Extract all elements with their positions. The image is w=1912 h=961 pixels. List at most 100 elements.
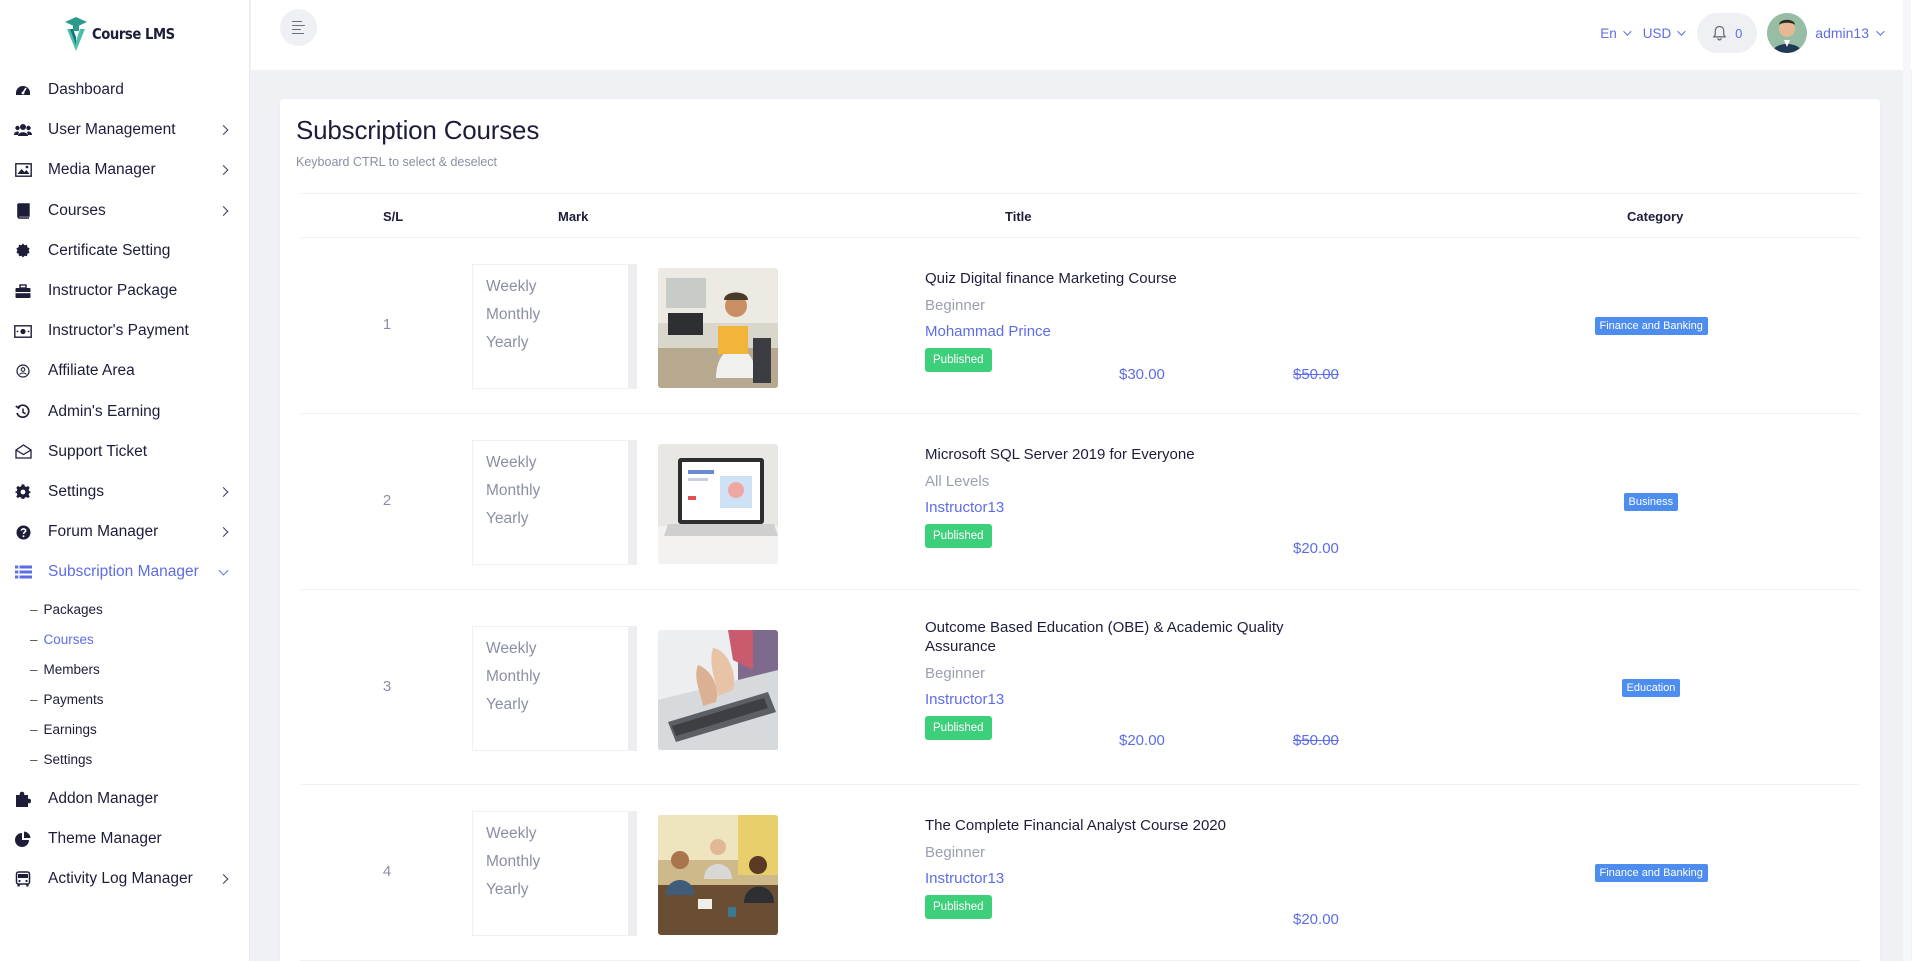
course-instructor[interactable]: Mohammad Prince [925, 323, 1305, 340]
sidebar-item-label: Admin's Earning [48, 402, 161, 420]
plan-option-yearly[interactable]: Yearly [486, 505, 628, 533]
sidebar-item-admin-s-earning[interactable]: Admin's Earning [0, 392, 249, 432]
course-instructor[interactable]: Instructor13 [925, 499, 1305, 516]
course-level: All Levels [925, 473, 990, 490]
sidebar-item-affiliate-area[interactable]: Affiliate Area [0, 351, 249, 391]
course-title[interactable]: The Complete Financial Analyst Course 20… [925, 816, 1305, 835]
sidebar-item-label: Forum Manager [48, 523, 159, 541]
plan-select-list[interactable]: Weekly Monthly Yearly [472, 811, 637, 936]
sidebar-item-settings[interactable]: Settings [0, 472, 249, 512]
top-header: En USD 0 admin13 [251, 0, 1912, 70]
table-row[interactable]: 1 Weekly Monthly Yearly Quiz Digital fin… [300, 238, 1860, 414]
chevron-down-icon [218, 565, 229, 576]
sidebar-item-instructor-package[interactable]: Instructor Package [0, 271, 249, 311]
plan-select-list[interactable]: Weekly Monthly Yearly [472, 625, 637, 751]
submenu-item-courses[interactable]: – Courses [30, 625, 249, 655]
page-hint: Keyboard CTRL to select & deselect [296, 155, 498, 169]
users-icon [14, 121, 32, 139]
sidebar-item-media-manager[interactable]: Media Manager [0, 150, 249, 190]
plan-option-monthly[interactable]: Monthly [486, 477, 628, 505]
plan-option-monthly[interactable]: Monthly [486, 301, 628, 329]
row-serial: 1 [382, 316, 392, 333]
sidebar-item-theme-manager[interactable]: Theme Manager [0, 819, 249, 859]
submenu-item-settings[interactable]: – Settings [30, 745, 249, 775]
sidebar-item-user-management[interactable]: User Management [0, 110, 249, 150]
sidebar-item-support-ticket[interactable]: Support Ticket [0, 432, 249, 472]
sidebar-item-label: Settings [48, 482, 105, 500]
plan-option-monthly[interactable]: Monthly [486, 663, 628, 691]
table-row[interactable]: 2 Weekly Monthly Yearly Microsoft SQL Se… [300, 414, 1860, 590]
plan-option-yearly[interactable]: Yearly [486, 329, 628, 357]
course-thumbnail [658, 268, 778, 388]
course-level: Beginner [925, 844, 986, 861]
course-instructor[interactable]: Instructor13 [925, 691, 1305, 708]
plan-select-list[interactable]: Weekly Monthly Yearly [472, 264, 637, 389]
plan-select-list[interactable]: Weekly Monthly Yearly [472, 440, 637, 565]
submenu-item-label: Settings [43, 752, 93, 768]
submenu-item-earnings[interactable]: – Earnings [30, 715, 249, 745]
table-row[interactable]: 3 Weekly Monthly Yearly Outcome Based Ed… [300, 590, 1860, 785]
category-badge: Finance and Banking [1594, 864, 1708, 882]
menu-toggle-button[interactable] [280, 9, 317, 46]
course-info: Outcome Based Education (OBE) & Academic… [925, 618, 1305, 740]
money-icon [14, 322, 32, 340]
logo[interactable]: Course LMS [0, 0, 249, 68]
sidebar-item-dashboard[interactable]: Dashboard [0, 70, 249, 110]
dash-icon: – [30, 662, 38, 678]
sidebar-item-activity-log-manager[interactable]: Activity Log Manager [0, 859, 249, 899]
sidebar-item-label: Affiliate Area [48, 362, 135, 380]
row-serial: 4 [382, 863, 392, 880]
sidebar-item-label: Certificate Setting [48, 241, 171, 259]
submenu-item-packages[interactable]: – Packages [30, 594, 249, 624]
sidebar-item-label: Dashboard [48, 81, 124, 99]
dash-icon: – [30, 752, 38, 768]
logo-text: Course LMS [92, 25, 176, 43]
history-icon [14, 403, 32, 421]
sidebar-item-courses[interactable]: Courses [0, 191, 249, 231]
user-menu-dropdown[interactable]: admin13 [1815, 25, 1885, 41]
affiliate-icon [14, 362, 32, 380]
column-header-title: Title [1005, 209, 1032, 224]
submenu-item-label: Payments [43, 692, 104, 708]
row-serial: 2 [382, 492, 392, 509]
sidebar-item-forum-manager[interactable]: Forum Manager [0, 512, 249, 552]
submenu-item-payments[interactable]: – Payments [30, 685, 249, 715]
sidebar-item-instructor-s-payment[interactable]: Instructor's Payment [0, 311, 249, 351]
plan-option-weekly[interactable]: Weekly [486, 449, 628, 477]
notifications-button[interactable]: 0 [1697, 13, 1758, 53]
plan-option-yearly[interactable]: Yearly [486, 876, 628, 904]
list-icon [14, 563, 32, 581]
sidebar-item-label: Support Ticket [48, 442, 148, 460]
row-serial: 3 [382, 677, 392, 695]
page-title: Subscription Courses [296, 115, 540, 145]
chevron-down-icon [1622, 27, 1632, 36]
sidebar-item-subscription-manager[interactable]: Subscription Manager [0, 552, 249, 592]
sidebar-item-certificate-setting[interactable]: Certificate Setting [0, 231, 249, 271]
dash-icon: – [30, 632, 38, 648]
avatar[interactable] [1767, 13, 1808, 53]
status-badge: Published [925, 524, 992, 548]
plan-option-weekly[interactable]: Weekly [486, 273, 628, 301]
chevron-right-icon [218, 205, 229, 216]
plan-option-weekly[interactable]: Weekly [486, 635, 628, 663]
envelope-icon [14, 443, 32, 461]
course-title[interactable]: Microsoft SQL Server 2019 for Everyone [925, 445, 1305, 464]
page-scrollbar[interactable] [1902, 0, 1912, 961]
gear-icon [14, 483, 32, 501]
plan-option-weekly[interactable]: Weekly [486, 820, 628, 848]
chevron-right-icon [218, 125, 229, 136]
plan-option-monthly[interactable]: Monthly [486, 848, 628, 876]
course-title[interactable]: Outcome Based Education (OBE) & Academic… [925, 618, 1305, 656]
language-dropdown[interactable]: En [1600, 26, 1632, 41]
column-header-mark: Mark [558, 209, 589, 224]
currency-dropdown[interactable]: USD [1643, 26, 1686, 41]
submenu-item-members[interactable]: – Members [30, 655, 249, 685]
sidebar-item-addon-manager[interactable]: Addon Manager [0, 779, 249, 819]
submenu-item-label: Courses [43, 632, 94, 648]
table-row[interactable]: 4 Weekly Monthly Yearly The Complete Fin… [300, 785, 1860, 961]
plan-option-yearly[interactable]: Yearly [486, 691, 628, 719]
chevron-down-icon [1677, 27, 1686, 36]
status-badge: Published [925, 895, 992, 919]
course-title[interactable]: Quiz Digital finance Marketing Course [925, 269, 1305, 288]
course-instructor[interactable]: Instructor13 [925, 870, 1305, 887]
